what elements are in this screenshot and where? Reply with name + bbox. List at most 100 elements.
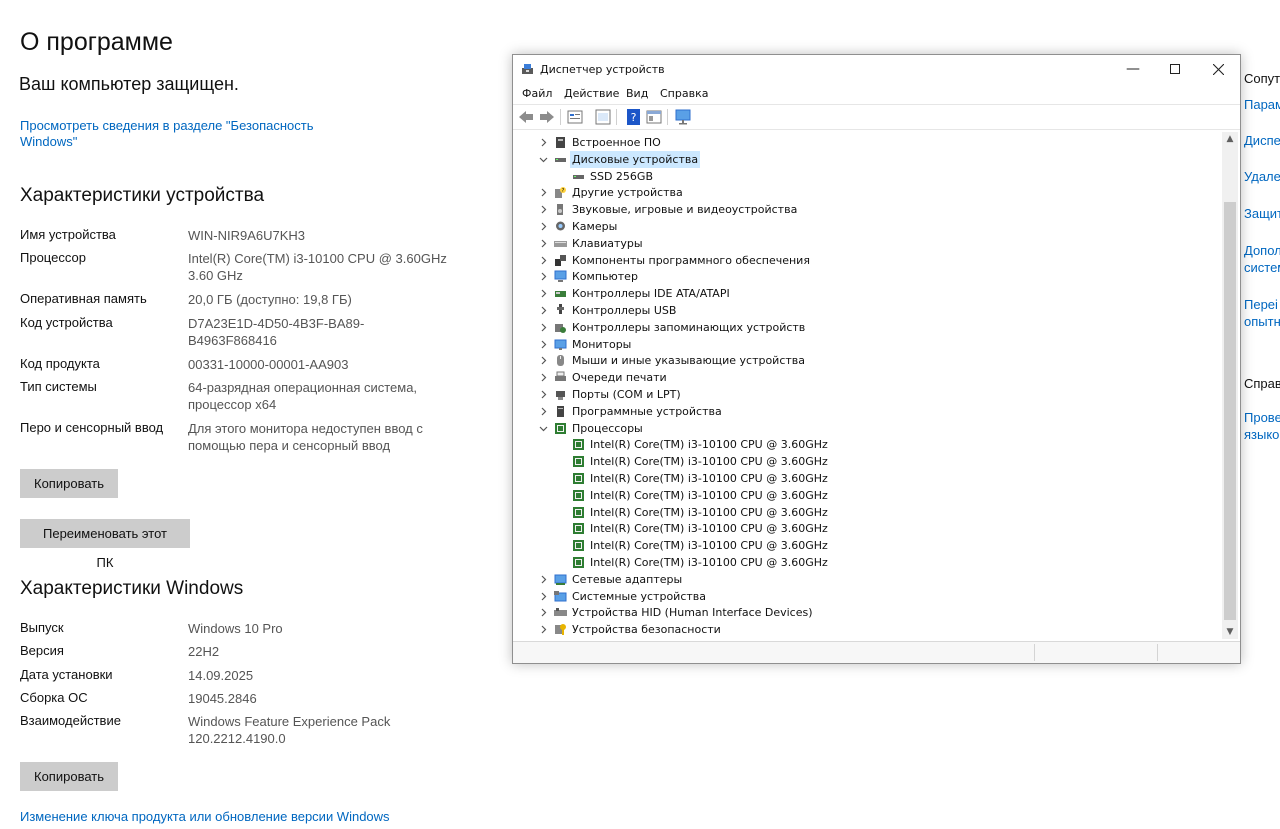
tree-item-label: Звуковые, игровые и видеоустройства xyxy=(572,203,798,216)
chevron-right-icon[interactable] xyxy=(538,285,548,302)
tree-child-item[interactable]: SSD 256GB xyxy=(514,168,1214,185)
vertical-scrollbar[interactable]: ▲ ▼ xyxy=(1222,132,1238,639)
update-driver-icon[interactable] xyxy=(594,108,612,126)
tree-child-item[interactable]: Intel(R) Core(TM) i3-10100 CPU @ 3.60GHz xyxy=(514,436,1214,453)
chevron-right-icon[interactable] xyxy=(538,235,548,252)
tree-category-item[interactable]: Очереди печати xyxy=(514,369,1214,386)
related-link[interactable]: систем xyxy=(1244,260,1280,275)
related-link[interactable]: Удале xyxy=(1244,169,1280,184)
tree-child-item[interactable]: Intel(R) Core(TM) i3-10100 CPU @ 3.60GHz xyxy=(514,520,1214,537)
tree-category-item[interactable]: Устройства HID (Human Interface Devices) xyxy=(514,604,1214,621)
chevron-right-icon[interactable] xyxy=(538,302,548,319)
title-bar[interactable]: Диспетчер устройств — xyxy=(513,55,1240,83)
chevron-down-icon[interactable] xyxy=(538,420,548,437)
tree-child-item[interactable]: Intel(R) Core(TM) i3-10100 CPU @ 3.60GHz xyxy=(514,554,1214,571)
chevron-right-icon[interactable] xyxy=(538,336,548,353)
chevron-right-icon[interactable] xyxy=(538,252,548,269)
tree-category-item[interactable]: Дисковые устройства xyxy=(514,151,1214,168)
tree-category-item[interactable]: Мониторы xyxy=(514,336,1214,353)
scroll-thumb[interactable] xyxy=(1224,202,1236,620)
copy-device-specs-button[interactable]: Копировать xyxy=(20,469,118,498)
tree-category-item[interactable]: Компьютер xyxy=(514,268,1214,285)
tree-child-item[interactable]: Intel(R) Core(TM) i3-10100 CPU @ 3.60GHz xyxy=(514,537,1214,554)
forward-arrow-icon[interactable] xyxy=(538,108,556,126)
toolbar: ? xyxy=(513,104,1240,130)
tree-category-item[interactable]: Порты (COM и LPT) xyxy=(514,386,1214,403)
menu-view[interactable]: Вид xyxy=(626,87,648,100)
chevron-right-icon[interactable] xyxy=(538,621,548,638)
chevron-down-icon[interactable] xyxy=(538,151,548,168)
spec-value: 14.09.2025 xyxy=(188,667,253,684)
related-link[interactable]: Парам xyxy=(1244,97,1280,112)
tree-category-item[interactable]: Контроллеры запоминающих устройств xyxy=(514,319,1214,336)
product-key-link[interactable]: Изменение ключа продукта или обновление … xyxy=(20,809,390,825)
maximize-button[interactable] xyxy=(1153,55,1197,83)
tree-category-item[interactable]: Компоненты программного обеспечения xyxy=(514,252,1214,269)
tree-child-item[interactable]: Intel(R) Core(TM) i3-10100 CPU @ 3.60GHz xyxy=(514,487,1214,504)
back-arrow-icon[interactable] xyxy=(517,108,535,126)
tree-category-item[interactable]: Системные устройства xyxy=(514,588,1214,605)
chevron-right-icon[interactable] xyxy=(538,604,548,621)
chevron-right-icon[interactable] xyxy=(538,134,548,151)
scroll-up-icon[interactable]: ▲ xyxy=(1222,132,1238,146)
tree-category-item[interactable]: Устройства безопасности xyxy=(514,621,1214,638)
tree-category-item[interactable]: Контроллеры USB xyxy=(514,302,1214,319)
minimize-button[interactable]: — xyxy=(1111,55,1155,83)
tree-category-item[interactable]: Камеры xyxy=(514,218,1214,235)
tree-category-item[interactable]: Сетевые адаптеры xyxy=(514,571,1214,588)
tree-item-label: Intel(R) Core(TM) i3-10100 CPU @ 3.60GHz xyxy=(590,522,828,535)
tree-item-label: Контроллеры IDE ATA/ATAPI xyxy=(572,287,730,300)
related-link[interactable]: языко xyxy=(1244,427,1279,442)
menu-help[interactable]: Справка xyxy=(660,87,708,100)
related-link[interactable]: Перei xyxy=(1244,297,1278,312)
chevron-right-icon[interactable] xyxy=(538,369,548,386)
view-icon[interactable] xyxy=(645,108,663,126)
tree-category-item[interactable]: Программные устройства xyxy=(514,403,1214,420)
monitor-icon[interactable] xyxy=(674,108,692,126)
help-icon[interactable]: ? xyxy=(625,108,643,126)
chevron-right-icon[interactable] xyxy=(538,319,548,336)
tree-category-item[interactable]: ? Другие устройства xyxy=(514,184,1214,201)
menu-file[interactable]: Файл xyxy=(522,87,552,100)
related-link[interactable]: Прове xyxy=(1244,410,1280,425)
tree-category-item[interactable]: Контроллеры IDE ATA/ATAPI xyxy=(514,285,1214,302)
chevron-right-icon[interactable] xyxy=(538,386,548,403)
chevron-right-icon[interactable] xyxy=(538,352,548,369)
tree-item-label: Очереди печати xyxy=(572,371,667,384)
tree-child-item[interactable]: Intel(R) Core(TM) i3-10100 CPU @ 3.60GHz xyxy=(514,504,1214,521)
chevron-right-icon[interactable] xyxy=(538,218,548,235)
spec-value-line1: 00331-10000-00001-AA903 xyxy=(188,357,349,372)
related-link[interactable]: Защит xyxy=(1244,206,1280,221)
tree-item-label: Мыши и иные указывающие устройства xyxy=(572,354,806,367)
close-button[interactable] xyxy=(1196,55,1240,83)
chevron-right-icon[interactable] xyxy=(538,184,548,201)
security-details-link[interactable]: Просмотреть сведения в разделе "Безопасн… xyxy=(20,118,313,150)
spec-value-line2: процессор x64 xyxy=(188,397,277,412)
tree-category-item[interactable]: Встроенное ПО xyxy=(514,134,1214,151)
port-icon xyxy=(554,388,567,401)
menu-action[interactable]: Действие xyxy=(564,87,619,100)
scroll-down-icon[interactable]: ▼ xyxy=(1222,625,1238,639)
chevron-right-icon[interactable] xyxy=(538,201,548,218)
properties-icon[interactable] xyxy=(566,108,584,126)
related-link[interactable]: Диспе xyxy=(1244,133,1280,148)
tree-category-item[interactable]: Клавиатуры xyxy=(514,235,1214,252)
related-link[interactable]: Допол xyxy=(1244,243,1280,258)
spec-value: 64-разрядная операционная система, процес… xyxy=(188,379,417,413)
chevron-right-icon[interactable] xyxy=(538,588,548,605)
tree-child-item[interactable]: Intel(R) Core(TM) i3-10100 CPU @ 3.60GHz xyxy=(514,470,1214,487)
spec-value-line2: B4963F868416 xyxy=(188,333,277,348)
chevron-right-icon[interactable] xyxy=(538,571,548,588)
tree-item-label: Компьютер xyxy=(572,270,638,283)
related-link[interactable]: опытн xyxy=(1244,314,1280,329)
tree-category-item[interactable]: Процессоры xyxy=(514,420,1214,437)
chevron-right-icon[interactable] xyxy=(538,268,548,285)
copy-windows-specs-button[interactable]: Копировать xyxy=(20,762,118,791)
chevron-right-icon[interactable] xyxy=(538,403,548,420)
rename-pc-button[interactable]: Переименовать этот ПК xyxy=(20,519,190,570)
tree-child-item[interactable]: Intel(R) Core(TM) i3-10100 CPU @ 3.60GHz xyxy=(514,453,1214,470)
tree-category-item[interactable]: Мыши и иные указывающие устройства xyxy=(514,352,1214,369)
tree-item-label: Контроллеры запоминающих устройств xyxy=(572,321,806,334)
tree-item-label: Intel(R) Core(TM) i3-10100 CPU @ 3.60GHz xyxy=(590,556,828,569)
tree-category-item[interactable]: Звуковые, игровые и видеоустройства xyxy=(514,201,1214,218)
